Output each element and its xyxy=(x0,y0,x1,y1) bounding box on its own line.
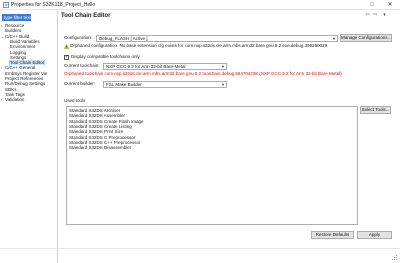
sidebar-item-label: Tool Chain Editor xyxy=(8,60,46,66)
used-tools-label: Used tools xyxy=(64,98,86,103)
sidebar-item[interactable]: › C/C++ General xyxy=(0,65,58,70)
sidebar-item-label: SDKs xyxy=(5,86,17,92)
chevron-down-icon: ▼ xyxy=(221,82,225,87)
collapsed-arrow-icon[interactable]: › xyxy=(1,97,2,102)
sidebar-item-label: Settings xyxy=(10,54,27,60)
sidebar-item-label: Logging xyxy=(10,49,27,55)
sidebar-item-label: C/C++ General xyxy=(5,65,36,71)
sidebar-item[interactable]: Builders xyxy=(0,28,58,33)
tool-list-item[interactable]: Standard S32DS C Preprocessor xyxy=(69,135,135,140)
sidebar-item-label: Validation xyxy=(5,97,25,103)
sidebar-item-label: Environment xyxy=(10,44,36,50)
sidebar-item-label: Builders xyxy=(5,28,22,34)
current-toolchain-select[interactable]: NXP GCC 9.2 for Arm 32-bit Bare-Metal ▼ xyxy=(103,63,227,70)
resize-grip-icon[interactable] xyxy=(392,255,398,261)
sidebar-item-label: Task Tags xyxy=(5,91,25,97)
configuration-label: Configuration: xyxy=(64,35,93,40)
current-toolchain-value: NXP GCC 9.2 for Arm 32-bit Bare-Metal xyxy=(106,64,186,69)
view-menu-icon[interactable]: ▾ xyxy=(381,12,388,19)
sidebar-item[interactable]: Tool Chain Editor xyxy=(0,60,58,66)
sidebar-item-label: Run/Debug Settings xyxy=(5,81,46,87)
tool-list-item[interactable]: Standard S32DS C++ Preprocessor xyxy=(69,140,141,145)
sidebar-item[interactable]: Project References xyxy=(0,76,58,81)
close-icon[interactable]: ✕ xyxy=(384,1,396,9)
filter-input[interactable]: type filter text xyxy=(2,14,31,21)
configuration-value: Debug_FLASH [ Active ] xyxy=(99,36,148,41)
sidebar-item[interactable]: Settings xyxy=(0,55,58,60)
tool-list-item[interactable]: Standard S32DS Disassembler xyxy=(69,145,131,150)
sidebar-item-label: Project References xyxy=(5,76,44,81)
tool-list-item[interactable]: Standard S32DS Print Size xyxy=(69,129,123,134)
sidebar-item[interactable]: Environment xyxy=(0,44,58,49)
tool-list-item[interactable]: Standard S32DS Archiver xyxy=(69,108,120,113)
sidebar-item[interactable]: ⌄ C/C++ Build xyxy=(0,34,58,39)
sidebar-item[interactable]: Logging xyxy=(0,50,58,55)
window-title-bar: Properties for S32K118_Project_Hello □ ✕ xyxy=(0,0,400,10)
chevron-down-icon: ▼ xyxy=(332,36,336,41)
collapsed-arrow-icon[interactable]: › xyxy=(1,65,2,70)
page-title: Tool Chain Editor xyxy=(61,13,111,19)
forward-arrow-icon[interactable]: ⇨ xyxy=(372,12,379,19)
sidebar-item-label: C/C++ Build xyxy=(5,33,30,39)
properties-app-icon xyxy=(3,2,9,8)
sidebar-item-label: Build Variables xyxy=(10,38,40,44)
sidebar-item[interactable]: Build Variables xyxy=(0,39,58,44)
sidebar-item[interactable]: › Validation xyxy=(0,97,58,102)
used-tools-list[interactable]: Standard S32DS Archiver Standard S32DS As… xyxy=(66,106,358,225)
maximize-icon[interactable]: □ xyxy=(366,1,378,9)
sidebar-item[interactable]: SDKs xyxy=(0,87,58,92)
back-arrow-icon[interactable]: ⇦ xyxy=(364,12,371,19)
chevron-down-icon: ▼ xyxy=(221,64,225,69)
window-title: Properties for S32K118_Project_Hello xyxy=(11,2,96,8)
compatible-toolchains-label: Display compatible toolchains only xyxy=(71,54,140,59)
apply-button[interactable]: Apply xyxy=(357,231,392,239)
checkmark-icon: ✓ xyxy=(65,54,70,60)
sidebar-item[interactable]: EmbSys Register Vie xyxy=(0,71,58,76)
expanded-arrow-icon[interactable]: ⌄ xyxy=(1,34,4,39)
property-navigation-panel: type filter text › Resource Builders ⌄ C/C++… xyxy=(0,10,58,263)
tool-list-item[interactable]: Standard S32DS Create Flash Image xyxy=(69,119,144,124)
tool-list-item[interactable]: Standard S32DS Assembler xyxy=(69,113,125,118)
restore-defaults-button[interactable]: Restore Defaults xyxy=(311,231,354,239)
sidebar-item[interactable]: › Resource xyxy=(0,23,58,28)
collapsed-arrow-icon[interactable]: › xyxy=(1,23,2,28)
select-tools-button[interactable]: Select Tools... xyxy=(360,106,391,114)
current-builder-select[interactable]: FSL Make Builder ▼ xyxy=(103,81,227,88)
tool-list-item[interactable]: Standard S32DS Create Listing xyxy=(69,124,132,129)
manage-configurations-button[interactable]: Manage Configurations... xyxy=(340,34,392,42)
orphaned-configuration-warning: Orphaned configuration. No base extensio… xyxy=(70,43,328,48)
sidebar-item-label: EmbSys Register Vie xyxy=(5,70,48,76)
orphaned-toolchain-error: Orphaned toolchain com.nxp.s32ds.cle.arm… xyxy=(64,71,342,76)
footer-divider xyxy=(0,248,400,249)
configuration-select[interactable]: Debug_FLASH [ Active ] ▼ xyxy=(96,35,338,42)
current-builder-value: FSL Make Builder xyxy=(106,82,142,87)
warning-icon xyxy=(64,44,69,49)
current-builder-label: Current builder: xyxy=(64,81,96,86)
compatible-toolchains-checkbox[interactable]: ✓ xyxy=(64,54,70,60)
sidebar-item[interactable]: Run/Debug Settings xyxy=(0,81,58,86)
current-toolchain-label: Current toolchain: xyxy=(64,63,100,68)
sidebar-item[interactable]: Task Tags xyxy=(0,92,58,97)
sidebar-item-label: Resource xyxy=(5,23,25,28)
